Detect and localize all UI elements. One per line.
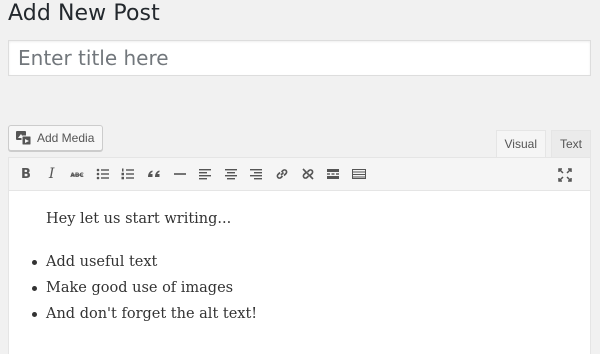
media-icon: [15, 130, 33, 146]
align-left-icon[interactable]: [194, 163, 216, 185]
fullscreen-icon[interactable]: [554, 164, 576, 186]
editor-tabs: Visual Text: [495, 130, 591, 157]
insert-link-icon[interactable]: [271, 163, 293, 185]
tab-text[interactable]: Text: [550, 130, 591, 157]
list-item: And don't forget the alt text!: [27, 304, 590, 325]
page-title: Add New Post: [8, 1, 160, 26]
editor-toolbar: B I ABC: [9, 158, 590, 191]
list-item: Add useful text: [27, 252, 590, 273]
add-media-label: Add Media: [37, 131, 95, 145]
italic-icon[interactable]: I: [41, 163, 63, 185]
post-editor: B I ABC: [8, 157, 591, 354]
intro-paragraph: Hey let us start writing...: [46, 211, 232, 227]
read-more-icon[interactable]: [322, 163, 344, 185]
numbered-list-icon[interactable]: [117, 163, 139, 185]
editor-content[interactable]: Hey let us start writing... Add useful t…: [9, 191, 590, 325]
bulleted-list-icon[interactable]: [92, 163, 114, 185]
align-center-icon[interactable]: [220, 163, 242, 185]
add-media-button[interactable]: Add Media: [8, 125, 104, 151]
blockquote-icon[interactable]: [143, 163, 165, 185]
bold-icon[interactable]: B: [15, 163, 37, 185]
remove-link-icon[interactable]: [297, 163, 319, 185]
post-title-input[interactable]: [8, 40, 591, 76]
list-item: Make good use of images: [27, 278, 590, 299]
strikethrough-icon[interactable]: ABC: [66, 163, 88, 185]
bulleted-list: Add useful text Make good use of images …: [27, 252, 590, 325]
horizontal-line-icon[interactable]: [169, 163, 191, 185]
align-right-icon[interactable]: [245, 163, 267, 185]
toolbar-toggle-icon[interactable]: [348, 163, 370, 185]
tab-visual[interactable]: Visual: [495, 130, 546, 157]
